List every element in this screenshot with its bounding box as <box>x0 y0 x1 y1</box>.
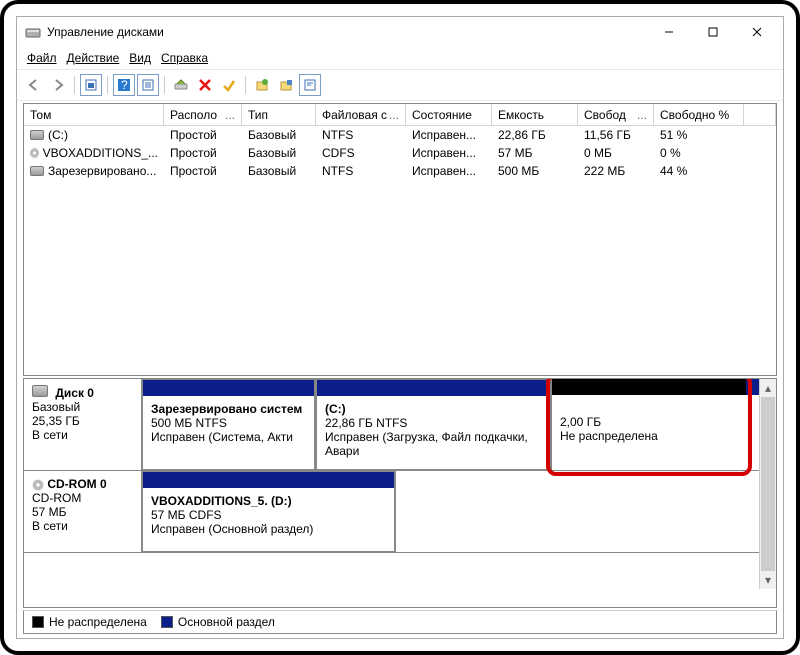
cd-icon <box>32 479 44 491</box>
toolbar: ? <box>17 69 783 101</box>
maximize-button[interactable] <box>691 18 735 46</box>
cd-icon <box>30 147 39 159</box>
disk-row: CD-ROM 0CD-ROM57 МБВ сетиVBOXADDITIONS_5… <box>24 471 759 553</box>
column-header[interactable]: Состояние <box>406 104 492 125</box>
legend: Не распределена Основной раздел <box>23 610 777 634</box>
scroll-down-icon[interactable]: ▾ <box>760 571 776 589</box>
partition-unallocated[interactable]: 2,00 ГБНе распределена <box>552 379 746 470</box>
scrollbar-vertical[interactable]: ▴ ▾ <box>759 379 776 589</box>
commit-button[interactable] <box>218 74 240 96</box>
minimize-button[interactable] <box>647 18 691 46</box>
scroll-up-icon[interactable]: ▴ <box>760 379 776 397</box>
disk-partitions: Зарезервировано систем500 МБ NTFSИсправе… <box>142 379 759 470</box>
rescan-button[interactable] <box>170 74 192 96</box>
delete-button[interactable] <box>194 74 216 96</box>
volume-list[interactable]: ТомРасполо...ТипФайловая с...СостояниеЕм… <box>23 103 777 376</box>
menu-help[interactable]: Справка <box>157 49 212 67</box>
volume-row[interactable]: Зарезервировано...ПростойБазовыйNTFSИспр… <box>24 162 776 180</box>
disk-management-window: Управление дисками Файл Действие Вид Спр… <box>16 16 784 639</box>
back-button[interactable] <box>23 74 45 96</box>
partition-primary[interactable]: (C:)22,86 ГБ NTFSИсправен (Загрузка, Фай… <box>316 379 552 470</box>
svg-text:?: ? <box>121 78 128 92</box>
app-icon <box>25 24 41 40</box>
disk-label[interactable]: Диск 0Базовый25,35 ГБВ сети <box>24 379 142 470</box>
column-header[interactable]: Том <box>24 104 164 125</box>
disk-partitions: VBOXADDITIONS_5. (D:)57 МБ CDFSИсправен … <box>142 471 759 552</box>
column-header[interactable]: Емкость <box>492 104 578 125</box>
column-header[interactable]: Тип <box>242 104 316 125</box>
menu-action[interactable]: Действие <box>63 49 124 67</box>
column-header[interactable]: Располо... <box>164 104 242 125</box>
partition-primary[interactable]: Зарезервировано систем500 МБ NTFSИсправе… <box>142 379 316 470</box>
volume-list-body: (C:)ПростойБазовыйNTFSИсправен...22,86 Г… <box>24 126 776 375</box>
properties-button[interactable] <box>299 74 321 96</box>
new-button[interactable] <box>251 74 273 96</box>
column-headers: ТомРасполо...ТипФайловая с...СостояниеЕм… <box>24 104 776 126</box>
hdd-icon <box>30 166 44 176</box>
close-button[interactable] <box>735 18 779 46</box>
window-title: Управление дисками <box>47 25 647 39</box>
partition-primary[interactable]: VBOXADDITIONS_5. (D:)57 МБ CDFSИсправен … <box>142 471 396 552</box>
hdd-icon <box>30 130 44 140</box>
menubar: Файл Действие Вид Справка <box>17 47 783 69</box>
scroll-thumb[interactable] <box>761 397 775 571</box>
menu-file[interactable]: Файл <box>23 49 61 67</box>
disk-layout: Диск 0Базовый25,35 ГБВ сетиЗарезервирова… <box>23 378 777 608</box>
legend-unallocated: Не распределена <box>32 615 147 629</box>
help-button[interactable]: ? <box>113 74 135 96</box>
refresh-button[interactable] <box>137 74 159 96</box>
titlebar: Управление дисками <box>17 17 783 47</box>
up-level-button[interactable] <box>80 74 102 96</box>
menu-view[interactable]: Вид <box>125 49 155 67</box>
settings-button[interactable] <box>275 74 297 96</box>
volume-row[interactable]: VBOXADDITIONS_...ПростойБазовыйCDFSИспра… <box>24 144 776 162</box>
column-header[interactable]: Свобод... <box>578 104 654 125</box>
column-header[interactable]: Свободно % <box>654 104 744 125</box>
volume-row[interactable]: (C:)ПростойБазовыйNTFSИсправен...22,86 Г… <box>24 126 776 144</box>
forward-button[interactable] <box>47 74 69 96</box>
column-header[interactable]: Файловая с... <box>316 104 406 125</box>
legend-primary: Основной раздел <box>161 615 275 629</box>
disk-label[interactable]: CD-ROM 0CD-ROM57 МБВ сети <box>24 471 142 552</box>
hdd-icon <box>32 385 48 397</box>
disk-row: Диск 0Базовый25,35 ГБВ сетиЗарезервирова… <box>24 379 759 471</box>
